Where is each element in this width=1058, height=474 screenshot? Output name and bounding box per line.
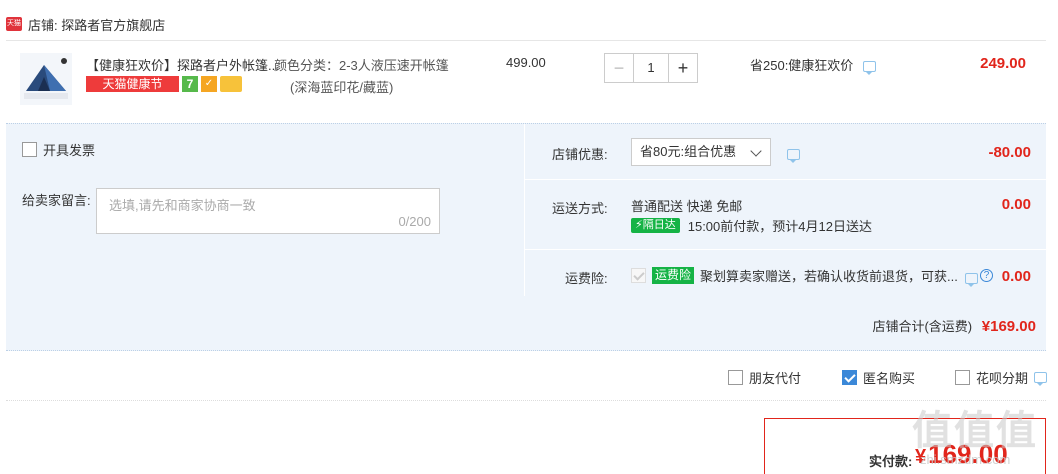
huabei-label: 花呗分期 bbox=[976, 371, 1029, 386]
friend-pay-option[interactable]: 朋友代付 bbox=[728, 368, 801, 387]
quantity-stepper: − 1 + bbox=[604, 53, 698, 83]
insurance-label: 运费险: bbox=[565, 271, 608, 286]
divider bbox=[6, 400, 1046, 401]
huabei-checkbox[interactable] bbox=[955, 370, 970, 385]
insurance-text: 聚划算卖家赠送，若确认收货前退货，可获... bbox=[700, 269, 958, 284]
seven-day-return-icon: 7 bbox=[182, 76, 198, 92]
shield-icon: ✓ bbox=[201, 76, 217, 92]
item-title[interactable]: 【健康狂欢价】探路者户外帐篷... bbox=[86, 55, 279, 74]
seller-message-label: 给卖家留言: bbox=[22, 193, 91, 208]
shipping-method: 普通配送 快递 免邮 bbox=[631, 199, 743, 214]
insurance-detail: 运费险 聚划算卖家赠送，若确认收货前退货，可获... bbox=[631, 266, 958, 285]
message-icon[interactable] bbox=[787, 149, 800, 164]
invoice-checkbox[interactable] bbox=[22, 142, 37, 157]
order-options-panel: 开具发票 给卖家留言: 选填,请先和商家协商一致 0/200 店铺优惠: 省80… bbox=[6, 123, 1047, 351]
sku-color-detail: (深海蓝印花/藏蓝) bbox=[290, 80, 394, 95]
store-header: 天猫 店铺: 探路者官方旗舰店 bbox=[6, 14, 165, 34]
unit-price: 499.00 bbox=[506, 55, 546, 70]
shop-discount-label: 店铺优惠: bbox=[552, 147, 608, 162]
shop-discount-row: 店铺优惠: 省80元:组合优惠 -80.00 bbox=[525, 124, 1047, 180]
quantity-decrease-button[interactable]: − bbox=[604, 53, 634, 83]
seller-message-placeholder: 选填,请先和商家协商一致 bbox=[109, 198, 256, 213]
panel-right: 店铺优惠: 省80元:组合优惠 -80.00 运送方式: 普通配送 快递 免邮 … bbox=[524, 124, 1047, 296]
item-tags: 天猫健康节 7 ✓ bbox=[86, 75, 242, 93]
huabei-option[interactable]: 花呗分期 bbox=[955, 368, 1048, 387]
message-icon[interactable] bbox=[1034, 372, 1048, 386]
seller-message-count: 0/200 bbox=[398, 214, 431, 229]
item-discount-text: 省250:健康狂欢价 bbox=[750, 58, 854, 73]
insurance-badge: 运费险 bbox=[652, 267, 695, 284]
invoice-option[interactable]: 开具发票 bbox=[22, 140, 95, 159]
shop-discount-select[interactable]: 省80元:组合优惠 bbox=[631, 138, 771, 166]
shipping-eta: ⚡隔日达 15:00前付款，预计4月12日送达 bbox=[631, 216, 872, 235]
sku-color: 颜色分类：2-3人液压速开帐篷 bbox=[274, 58, 449, 73]
store-name[interactable]: 店铺: 探路者官方旗舰店 bbox=[28, 15, 165, 34]
anonymous-label: 匿名购买 bbox=[863, 371, 916, 386]
item-discount: 省250:健康狂欢价 bbox=[750, 55, 876, 76]
insurance-value: 0.00 bbox=[1001, 268, 1031, 285]
help-icon[interactable]: ? bbox=[980, 269, 993, 282]
shipping-label: 运送方式: bbox=[552, 201, 608, 216]
store-total-amount: ¥169.00 bbox=[981, 318, 1036, 335]
health-festival-tag: 天猫健康节 bbox=[86, 76, 179, 92]
anonymous-option[interactable]: 匿名购买 bbox=[842, 368, 915, 387]
shipping-eta-text: 15:00前付款，预计4月12日送达 bbox=[687, 219, 872, 234]
message-icon[interactable] bbox=[862, 61, 876, 76]
chevron-down-icon bbox=[750, 145, 762, 157]
watermark-url: zhi.smzdm.com bbox=[920, 452, 1011, 467]
store-total: 店铺合计(含运费) ¥169.00 bbox=[872, 316, 1036, 335]
pay-label: 实付款: bbox=[869, 454, 913, 469]
quantity-increase-button[interactable]: + bbox=[668, 53, 698, 83]
friend-pay-label: 朋友代付 bbox=[749, 371, 802, 386]
watermark: 值值值 bbox=[912, 409, 1038, 453]
invoice-label: 开具发票 bbox=[43, 143, 96, 158]
tmall-logo-icon: 天猫 bbox=[6, 17, 22, 31]
message-icon[interactable] bbox=[965, 273, 978, 288]
shop-discount-selected: 省80元:组合优惠 bbox=[640, 144, 737, 159]
anonymous-checkbox[interactable] bbox=[842, 370, 857, 385]
shipping-row: 运送方式: 普通配送 快递 免邮 ⚡隔日达 15:00前付款，预计4月12日送达… bbox=[525, 180, 1047, 250]
order-item-row: 【健康狂欢价】探路者户外帐篷... 天猫健康节 7 ✓ 颜色分类：2-3人液压速… bbox=[6, 40, 1046, 123]
item-total-price: 249.00 bbox=[980, 55, 1026, 72]
shop-discount-value: -80.00 bbox=[988, 144, 1031, 161]
insurance-checkbox bbox=[631, 268, 646, 283]
insurance-row: 运费险: 运费险 聚划算卖家赠送，若确认收货前退货，可获... ? 0.00 bbox=[525, 250, 1047, 296]
store-total-label: 店铺合计(含运费) bbox=[872, 319, 973, 334]
quantity-input[interactable]: 1 bbox=[634, 53, 668, 83]
friend-pay-checkbox[interactable] bbox=[728, 370, 743, 385]
credit-card-icon bbox=[220, 76, 242, 92]
product-thumbnail[interactable] bbox=[20, 53, 72, 105]
shipping-value: 0.00 bbox=[1001, 196, 1031, 213]
next-day-badge: ⚡隔日达 bbox=[631, 218, 680, 233]
seller-message-input[interactable]: 选填,请先和商家协商一致 0/200 bbox=[96, 188, 440, 234]
panel-left: 开具发票 给卖家留言: 选填,请先和商家协商一致 0/200 bbox=[6, 124, 524, 296]
